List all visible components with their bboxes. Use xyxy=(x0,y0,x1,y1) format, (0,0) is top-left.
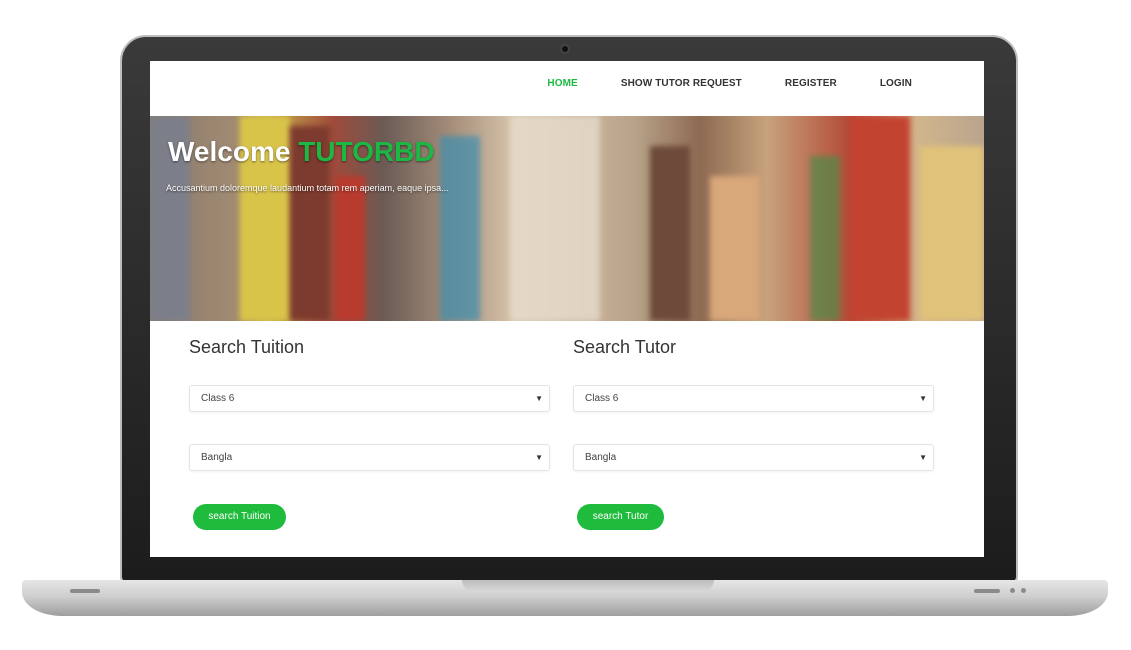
hero-subtitle: Accusantium doloremque laudantium totam … xyxy=(166,183,449,193)
browser-screen: HOME SHOW TUTOR REQUEST REGISTER LOGIN W… xyxy=(150,61,984,557)
tutor-class-select[interactable]: Class 6 ▼ xyxy=(573,385,934,412)
search-tuition-title: Search Tuition xyxy=(189,337,305,357)
nav-login-link[interactable]: LOGIN xyxy=(880,78,912,90)
tutor-class-value: Class 6 xyxy=(585,393,619,404)
laptop-indicator-dot xyxy=(1010,588,1015,593)
nav-home-link[interactable]: HOME xyxy=(547,78,577,90)
laptop-notch xyxy=(462,580,714,592)
tuition-subject-select[interactable]: Bangla ▼ xyxy=(189,444,550,471)
chevron-down-icon: ▼ xyxy=(535,394,543,403)
search-tuition-button[interactable]: search Tuition xyxy=(193,504,286,530)
laptop-indicator-dot xyxy=(1021,588,1026,593)
search-tuition-panel: Search Tuition Class 6 ▼ Bangla ▼ search… xyxy=(189,336,550,530)
nav-register-link[interactable]: REGISTER xyxy=(785,78,837,90)
laptop-base xyxy=(22,580,1108,616)
chevron-down-icon: ▼ xyxy=(535,453,543,462)
search-tutor-title: Search Tutor xyxy=(573,337,677,357)
tuition-class-select[interactable]: Class 6 ▼ xyxy=(189,385,550,412)
tutor-subject-select[interactable]: Bangla ▼ xyxy=(573,444,934,471)
nav-links: HOME SHOW TUTOR REQUEST REGISTER LOGIN xyxy=(504,78,912,90)
navbar: HOME SHOW TUTOR REQUEST REGISTER LOGIN xyxy=(150,61,984,116)
laptop-port-left xyxy=(70,589,100,593)
tuition-subject-value: Bangla xyxy=(201,452,233,463)
hero-welcome-text: Welcome xyxy=(168,136,291,167)
camera-icon xyxy=(560,44,570,54)
hero-title: Welcome TUTORBD xyxy=(168,136,435,168)
hero-banner: Welcome TUTORBD Accusantium doloremque l… xyxy=(150,116,984,321)
tuition-class-value: Class 6 xyxy=(201,393,235,404)
chevron-down-icon: ▼ xyxy=(919,453,927,462)
tutor-subject-value: Bangla xyxy=(585,452,617,463)
laptop-port-right xyxy=(974,589,1000,593)
hero-brand-text: TUTORBD xyxy=(298,136,435,167)
nav-show-tutor-request-link[interactable]: SHOW TUTOR REQUEST xyxy=(621,78,742,90)
search-tutor-button[interactable]: search Tutor xyxy=(577,504,664,530)
chevron-down-icon: ▼ xyxy=(919,394,927,403)
search-tutor-panel: Search Tutor Class 6 ▼ Bangla ▼ search T… xyxy=(573,336,934,530)
